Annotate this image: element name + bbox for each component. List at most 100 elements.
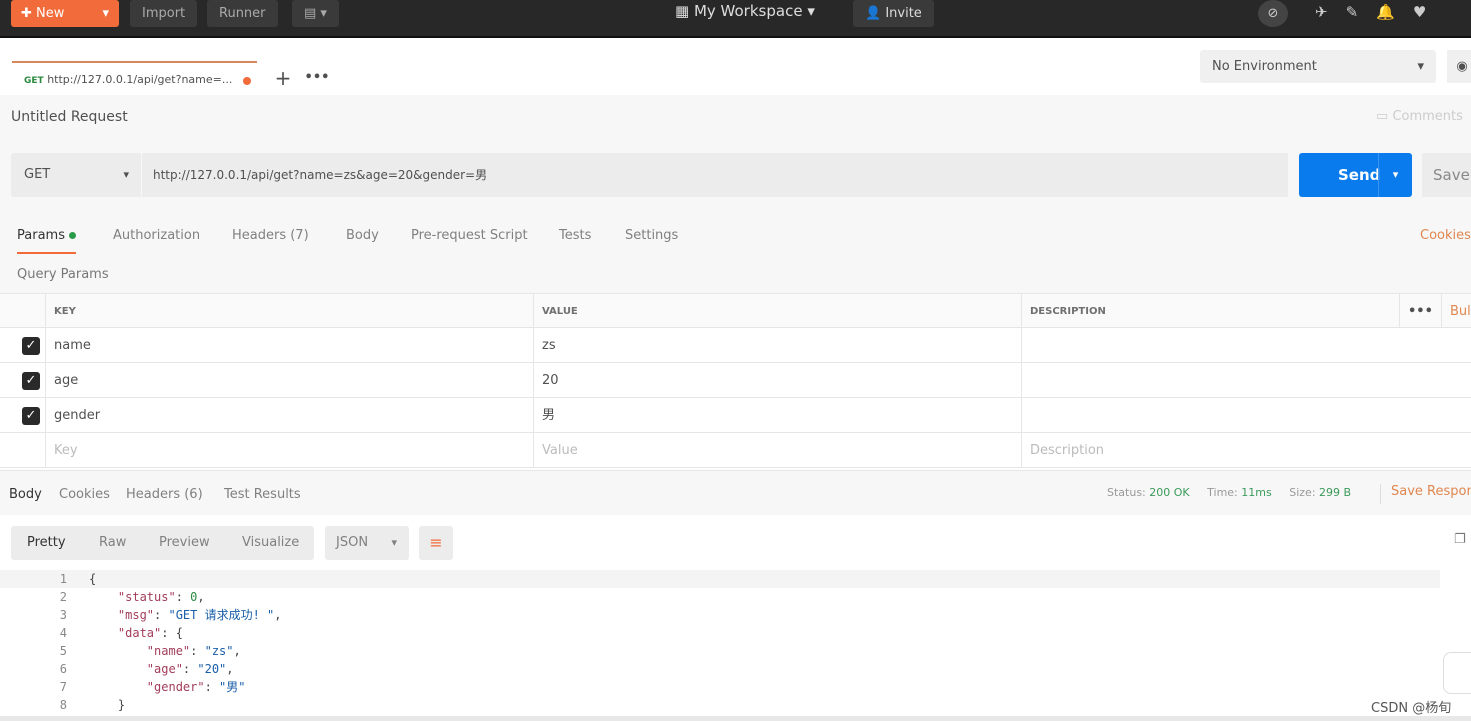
code-line: 2 "status": 0, — [0, 588, 1440, 606]
code-line: 1{ — [0, 570, 1440, 588]
param-key[interactable]: age — [45, 363, 533, 398]
send-button[interactable]: Send ▾ — [1299, 153, 1412, 197]
code-token: "男" — [219, 680, 246, 694]
code-token: "name" — [146, 644, 191, 658]
checkbox[interactable]: ✓ — [22, 372, 40, 390]
save-response-button[interactable]: Save Respon — [1380, 484, 1471, 504]
scroll-helper[interactable] — [1443, 652, 1471, 694]
code-text: "data": { — [89, 624, 183, 642]
import-button[interactable]: Import — [130, 0, 198, 27]
code-text: "name": "zs", — [89, 642, 241, 660]
code-token: , — [274, 608, 282, 622]
status-value: 200 OK — [1149, 486, 1190, 499]
tab-settings[interactable]: Settings — [625, 228, 678, 243]
tab-params[interactable]: Params — [17, 228, 77, 254]
plus-icon: ✚ — [21, 6, 32, 21]
tab-pre-request-script[interactable]: Pre-request Script — [411, 228, 528, 243]
response-body-editor[interactable]: 1{2 "status": 0, 3 "msg": "GET 请求成功! ", 4 … — [0, 570, 1471, 716]
eye-icon[interactable]: ◉ — [1447, 50, 1471, 83]
param-key[interactable]: gender — [45, 398, 533, 433]
description-input[interactable]: Description — [1021, 433, 1471, 468]
bell-icon[interactable]: 🔔 — [1376, 3, 1413, 21]
environment-select[interactable]: No Environment ▾ — [1200, 50, 1436, 83]
user-add-icon: 👤 — [865, 6, 882, 21]
view-raw[interactable]: Raw — [99, 535, 126, 550]
code-text: "age": "20", — [89, 660, 234, 678]
tab-body[interactable]: Body — [346, 228, 379, 243]
horizontal-scrollbar[interactable] — [0, 716, 1471, 721]
add-tab-button[interactable]: + — [268, 62, 298, 94]
wrench-icon[interactable]: ✎ — [1346, 3, 1377, 21]
code-token: : — [190, 644, 205, 658]
tab-tests[interactable]: Tests — [559, 228, 591, 243]
bulk-edit-link[interactable]: Bul — [1441, 294, 1471, 329]
save-button[interactable]: Save — [1422, 153, 1471, 197]
view-pretty[interactable]: Pretty — [27, 535, 66, 550]
method-label: GET — [24, 167, 51, 182]
param-key[interactable]: name — [45, 328, 533, 363]
comments-button[interactable]: ▭ Comments — [1376, 109, 1463, 124]
copy-icon[interactable]: ❐ — [1454, 532, 1466, 547]
watermark: CSDN @杨旬 — [1371, 701, 1452, 716]
line-number: 2 — [59, 590, 67, 604]
sync-icon[interactable]: ⊘ — [1258, 0, 1288, 27]
param-description[interactable] — [1021, 328, 1471, 363]
unsaved-dot-icon — [243, 77, 251, 85]
tab-authorization[interactable]: Authorization — [113, 228, 200, 243]
code-token: , — [226, 662, 234, 676]
url-input[interactable]: http://127.0.0.1/api/get?name=zs&age=20&… — [142, 153, 1288, 197]
code-token: } — [117, 698, 126, 712]
value-header: VALUE — [533, 294, 1021, 329]
checkbox[interactable]: ✓ — [22, 337, 40, 355]
code-token: : { — [161, 626, 183, 640]
param-value[interactable]: 20 — [533, 363, 1021, 398]
chevron-down-icon: ▾ — [391, 536, 397, 549]
view-visualize[interactable]: Visualize — [242, 535, 299, 550]
code-token: "gender" — [146, 680, 205, 694]
description-header: DESCRIPTION — [1021, 294, 1399, 329]
checkbox[interactable]: ✓ — [22, 407, 40, 425]
more-options-button[interactable]: ••• — [1399, 294, 1441, 329]
runner-button[interactable]: Runner — [207, 0, 278, 27]
response-tab-cookies[interactable]: Cookies — [59, 487, 110, 502]
heart-icon[interactable]: ♥ — [1413, 3, 1444, 21]
param-description[interactable] — [1021, 363, 1471, 398]
key-input[interactable]: Key — [45, 433, 533, 468]
response-tab-headers[interactable]: Headers (6) — [126, 487, 203, 502]
code-token: "msg" — [117, 608, 155, 622]
cookies-link[interactable]: Cookies — [1420, 228, 1471, 243]
new-button[interactable]: ✚ New ▾ — [11, 0, 119, 27]
value-input[interactable]: Value — [533, 433, 1021, 468]
invite-button[interactable]: 👤 Invite — [853, 0, 934, 27]
chevron-down-icon[interactable]: ▾ — [1378, 153, 1412, 197]
request-tab[interactable]: GET http://127.0.0.1/api/get?name=... — [12, 61, 257, 95]
format-select[interactable]: JSON ▾ — [325, 526, 409, 560]
param-row: ✓ name zs — [0, 328, 1471, 363]
format-label: JSON — [336, 535, 369, 550]
code-line: 4 "data": { — [0, 624, 1440, 642]
method-select[interactable]: GET ▾ — [11, 153, 141, 197]
line-number: 3 — [59, 608, 67, 622]
satellite-icon[interactable]: ✈ — [1315, 3, 1346, 21]
code-token: "zs" — [204, 644, 234, 658]
more-tabs-button[interactable]: ••• — [302, 62, 332, 94]
wrap-lines-icon[interactable]: ≡ — [419, 526, 453, 560]
view-preview[interactable]: Preview — [159, 535, 210, 550]
code-line: 8 } — [0, 696, 1440, 714]
tab-url: http://127.0.0.1/api/get?name=... — [47, 73, 233, 86]
code-token: : — [154, 608, 169, 622]
response-tab-test-results[interactable]: Test Results — [224, 487, 301, 502]
param-description[interactable] — [1021, 398, 1471, 433]
param-value[interactable]: 男 — [533, 398, 1021, 433]
query-params-title: Query Params — [17, 267, 109, 282]
key-header: KEY — [45, 294, 533, 329]
workspace-switcher[interactable]: ▦ My Workspace ▾ — [675, 2, 815, 20]
tab-headers[interactable]: Headers (7) — [232, 228, 309, 243]
code-line: 6 "age": "20", — [0, 660, 1440, 678]
new-window-button[interactable]: ▤ ▾ — [292, 0, 339, 27]
response-tab-body[interactable]: Body — [9, 487, 42, 502]
param-value[interactable]: zs — [533, 328, 1021, 363]
